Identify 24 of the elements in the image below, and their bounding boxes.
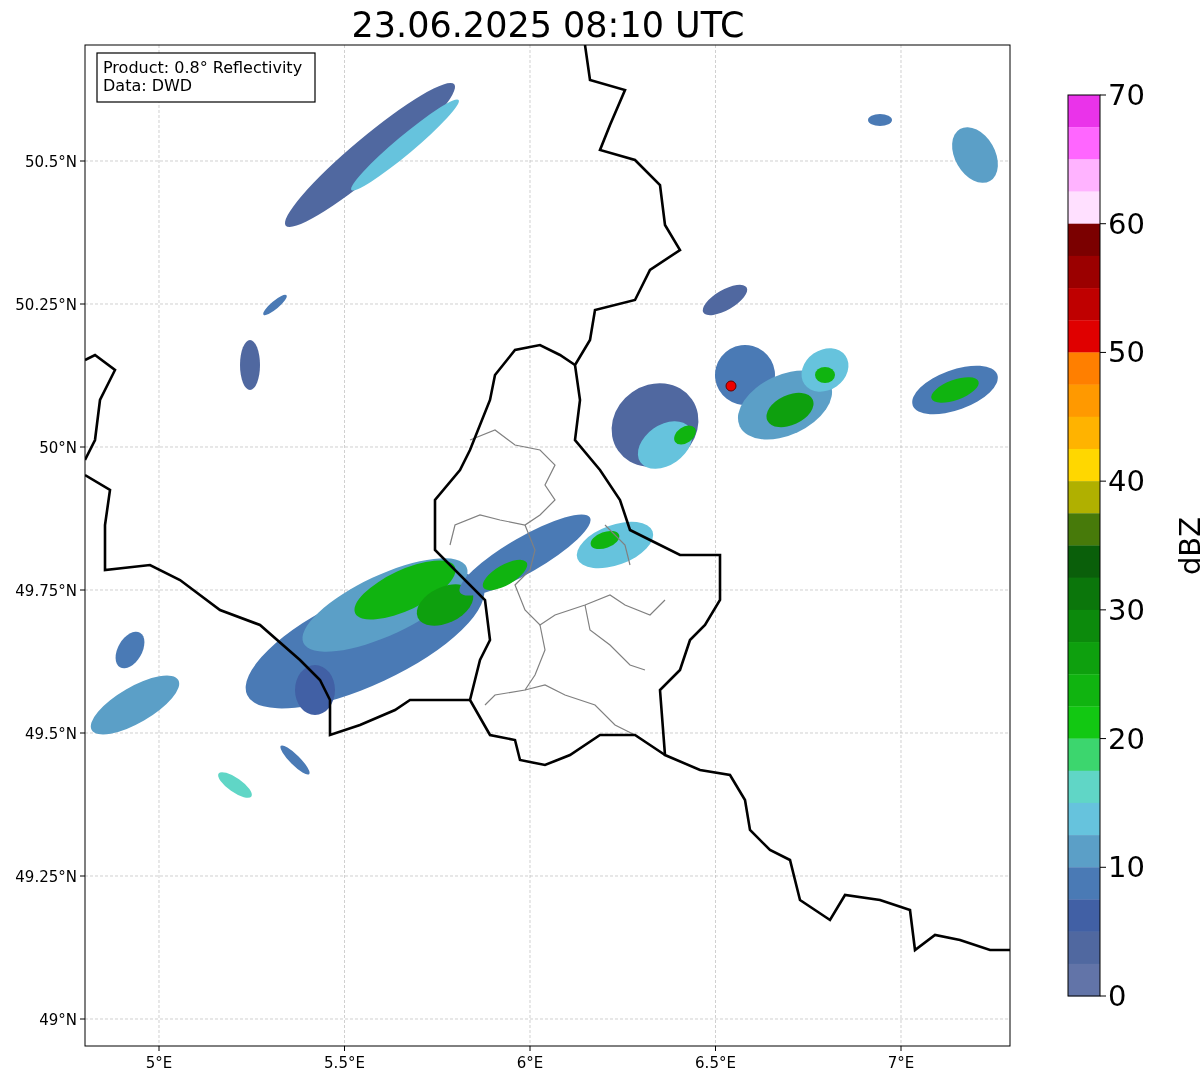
axis-tick-label: 50.5°N (24, 153, 77, 171)
colorbar-label: dBZ (1173, 516, 1202, 576)
colorbar-tick-label: 60 (1108, 206, 1145, 241)
axis-tick-label: 6°E (516, 1054, 544, 1072)
figure-title: 23.06.2025 08:10 UTC (351, 5, 745, 45)
axis-tick-label: 49.75°N (15, 582, 77, 600)
colorbar-tick-label: 40 (1108, 464, 1145, 499)
colorbar-tick-label: 70 (1108, 78, 1145, 112)
legend-text: Data: DWD (103, 76, 193, 95)
axis-tick-label: 50.25°N (15, 296, 77, 314)
axis-tick-label: 50°N (39, 439, 77, 457)
axis-tick-label: 6.5°E (695, 1054, 736, 1072)
colorbar-tick-label: 30 (1108, 592, 1145, 627)
axis-tick-label: 7°E (887, 1054, 915, 1072)
colorbar-tick-label: 0 (1108, 979, 1127, 1013)
axis-tick-label: 49.25°N (15, 868, 77, 886)
axis-tick-label: 49°N (39, 1011, 77, 1029)
colorbar-tick-label: 10 (1108, 850, 1145, 885)
legend-text: Product: 0.8° Reflectivity (103, 58, 303, 77)
axis-tick-label: 49.5°N (24, 725, 77, 743)
axis-tick-label: 5°E (145, 1054, 173, 1072)
colorbar-tick-label: 20 (1108, 721, 1145, 756)
colorbar-tick-label: 50 (1108, 335, 1145, 370)
axis-tick-label: 5.5°E (324, 1054, 365, 1072)
